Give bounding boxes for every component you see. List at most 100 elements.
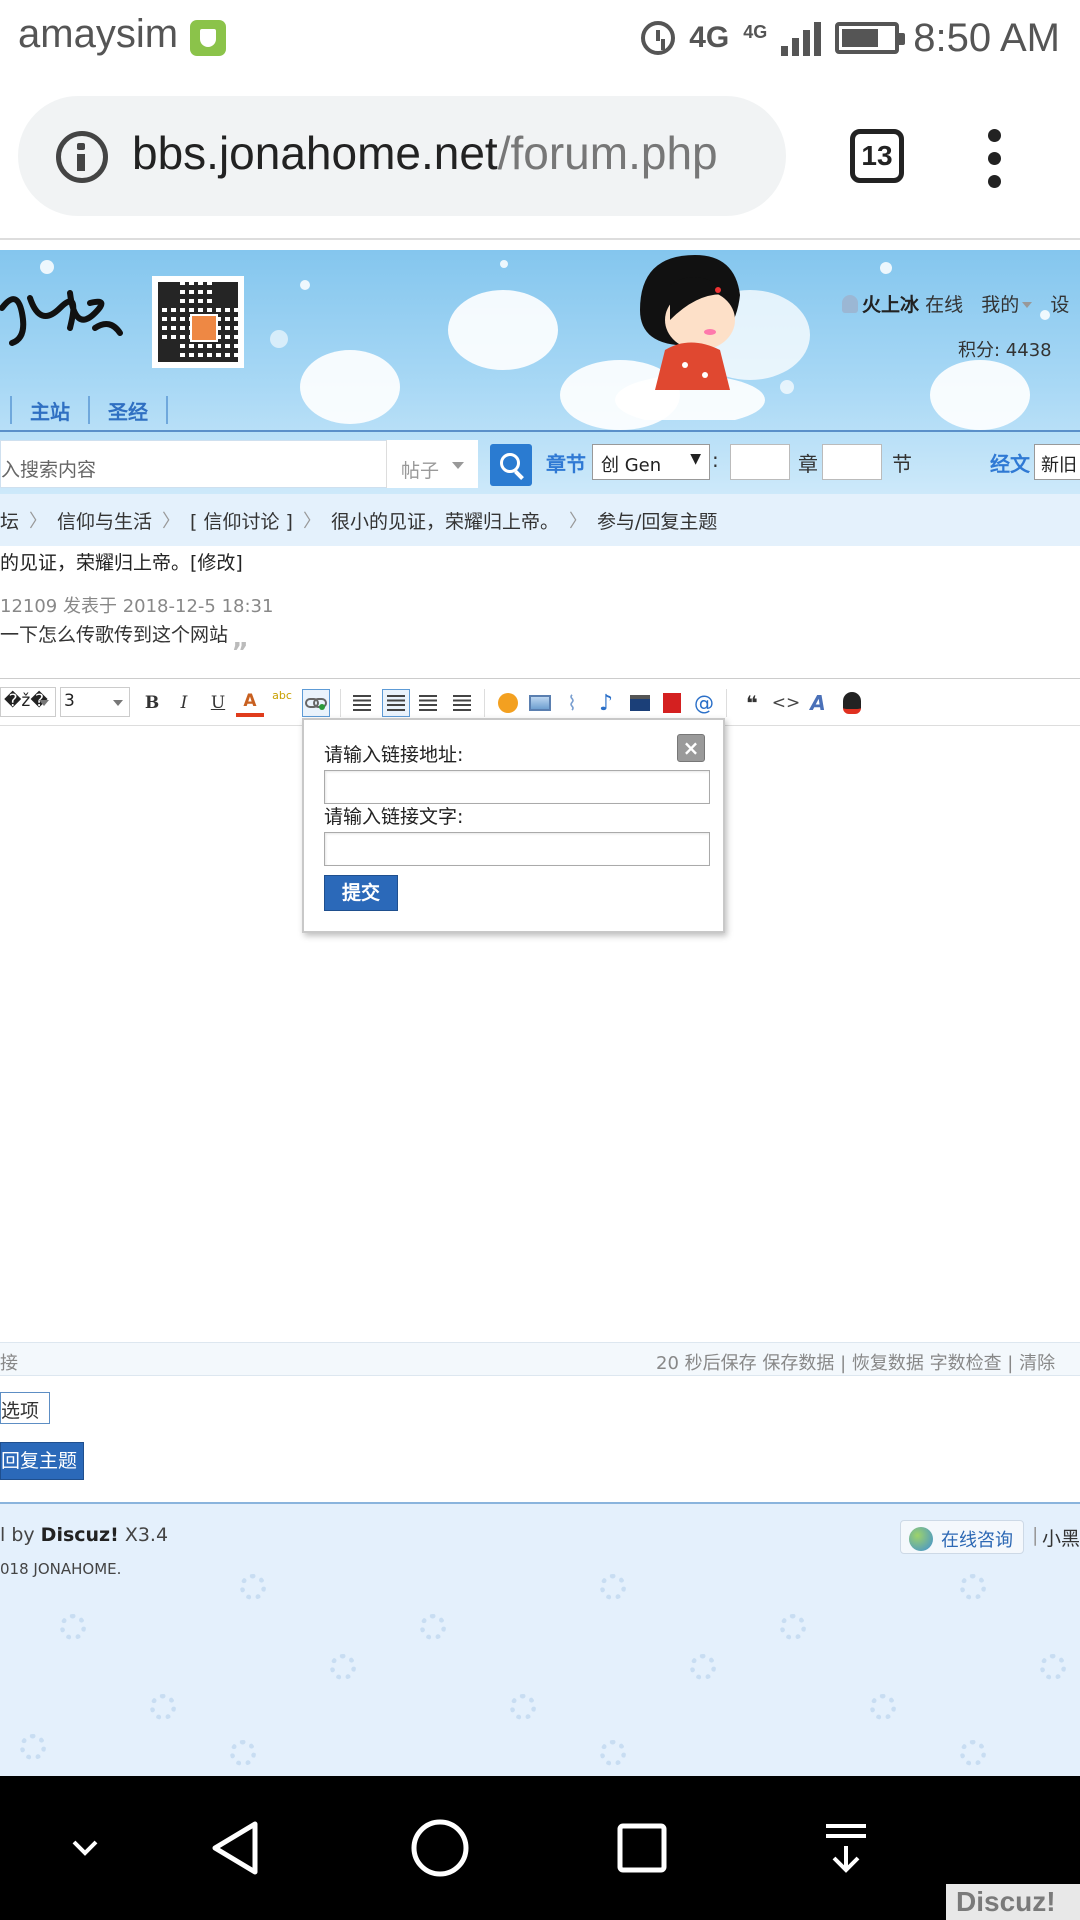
music-button[interactable]: ♪ — [592, 689, 620, 717]
font-color-button[interactable]: A — [236, 689, 264, 717]
link-url-label: 请输入链接地址: — [324, 744, 464, 766]
editor-status-left[interactable]: 接 — [0, 1349, 18, 1375]
url-path: /forum.php — [497, 127, 718, 179]
breadcrumb: 坛 〉 信仰与生活 〉 [ 信仰讨论 ] 〉 很小的见证，荣耀归上帝。 〉 参与… — [0, 494, 1080, 546]
link-url-input[interactable] — [324, 770, 710, 804]
breadcrumb-separator: 〉 — [568, 511, 587, 532]
back-icon[interactable] — [200, 1776, 270, 1920]
breadcrumb-separator: 〉 — [302, 511, 321, 532]
user-icon — [842, 295, 858, 313]
recents-icon[interactable] — [612, 1776, 672, 1920]
status-icons: 4G 4G 8:50 AM — [641, 10, 1060, 66]
code-button[interactable]: <> — [772, 689, 801, 717]
collapse-chevron-icon[interactable] — [50, 1776, 120, 1920]
align-left-button[interactable] — [348, 689, 376, 717]
align-right-button[interactable] — [414, 689, 442, 717]
breadcrumb-item-reply: 参与/回复主题 — [596, 510, 718, 533]
breadcrumb-item-faith-discussion[interactable]: [ 信仰讨论 ] — [190, 507, 293, 534]
discuz-link[interactable]: Discuz! — [41, 1524, 119, 1546]
signal-strength-icon — [781, 20, 822, 56]
free-style-button[interactable]: A — [804, 689, 832, 717]
consult-icon — [909, 1527, 933, 1551]
align-center-button[interactable] — [382, 689, 410, 717]
bible-book-select[interactable]: 创 Gen ▼ — [592, 444, 710, 480]
bible-version-select[interactable]: 新旧 — [1034, 444, 1080, 480]
home-icon[interactable] — [400, 1776, 480, 1920]
battery-icon — [835, 22, 906, 54]
breadcrumb-item-forum[interactable]: 坛 — [0, 507, 19, 534]
quote-button[interactable]: ❝ — [738, 689, 766, 717]
insert-link-button[interactable] — [302, 689, 330, 717]
powered-by: l by Discuz! X3.4 — [0, 1524, 169, 1546]
vpn-shield-icon — [190, 20, 226, 56]
font-size-select[interactable]: 3 — [60, 687, 130, 717]
chevron-down-icon — [39, 700, 49, 706]
align-center-icon — [387, 695, 405, 711]
qq-penguin-icon — [843, 692, 861, 714]
qr-code-image — [152, 276, 244, 368]
paperclip-icon: ⌇ — [567, 691, 577, 715]
thread-title[interactable]: 的见证，荣耀归上帝。[修改] — [0, 548, 243, 575]
verse-input[interactable] — [822, 444, 882, 480]
breadcrumb-item-thread[interactable]: 很小的见证，荣耀归上帝。 — [331, 507, 559, 534]
breadcrumb-item-faith-life[interactable]: 信仰与生活 — [57, 507, 152, 534]
align-right-icon — [419, 695, 437, 711]
autosave-links[interactable]: 20 秒后保存 保存数据 | 恢复数据 字数检查 | 清除 — [656, 1349, 1055, 1375]
video-button[interactable] — [626, 689, 654, 717]
image-button[interactable] — [526, 689, 554, 717]
breadcrumb-separator: 〉 — [162, 511, 181, 532]
link-text-input[interactable] — [324, 832, 710, 866]
nav-link-main-site[interactable]: 主站 — [30, 396, 70, 425]
attachment-button[interactable]: ⌇ — [558, 689, 586, 717]
forum-header-banner: 主站 圣经 火上冰 在线 我的 设 积分: 4438 入搜索内容 帖子 章节 创… — [0, 250, 1080, 494]
flash-button[interactable] — [658, 689, 686, 717]
overflow-menu-icon[interactable] — [988, 129, 1004, 189]
settings-link[interactable]: 设 — [1050, 294, 1069, 316]
chapter-input[interactable] — [730, 444, 790, 480]
smiley-icon — [498, 693, 518, 713]
font-family-select[interactable]: �ž� — [0, 687, 56, 717]
text-style-icon: A — [810, 691, 826, 715]
justify-button[interactable] — [448, 689, 476, 717]
signal-4g-label: 4G — [743, 22, 768, 42]
tab-switcher-button[interactable]: 13 — [850, 129, 904, 183]
notification-pull-icon[interactable] — [816, 1776, 876, 1920]
music-note-icon: ♪ — [598, 690, 614, 716]
submit-button[interactable]: 提交 — [324, 875, 398, 911]
discuz-watermark: Discuz! — [946, 1884, 1080, 1920]
chevron-down-icon — [1022, 302, 1033, 308]
forum-logo[interactable] — [0, 278, 130, 358]
editor-status-bar: 接 20 秒后保存 保存数据 | 恢复数据 字数检查 | 清除 — [0, 1342, 1080, 1376]
mascot-illustration — [615, 255, 765, 420]
url-text[interactable]: bbs.jonahome.net/forum.php — [132, 126, 718, 180]
at-icon: @ — [694, 691, 714, 715]
online-consult-button[interactable]: 在线咨询 — [900, 1520, 1024, 1554]
qq-button[interactable] — [838, 689, 866, 717]
address-bar[interactable]: bbs.jonahome.net/forum.php — [18, 96, 786, 216]
link-icon — [305, 698, 327, 710]
username-link[interactable]: 火上冰 — [862, 294, 919, 316]
reply-submit-button[interactable]: 回复主题 — [0, 1442, 84, 1480]
bold-button[interactable]: B — [138, 689, 166, 717]
underline-button[interactable]: U — [204, 689, 232, 717]
site-info-icon[interactable] — [56, 131, 108, 183]
quote-text: 一下怎么传歌传到这个网站 „ — [0, 624, 250, 654]
quote-meta: 12109 发表于 2018-12-5 18:31 — [0, 596, 274, 617]
footer-link[interactable]: 小黑 — [1042, 1524, 1080, 1551]
search-row: 入搜索内容 帖子 章节 创 Gen ▼ : 章 节 经文 新旧 — [0, 432, 1080, 494]
highlight-button[interactable]: abc — [268, 689, 296, 717]
emoji-button[interactable] — [494, 689, 522, 717]
post-options-button[interactable]: 选项 — [0, 1392, 50, 1424]
italic-button[interactable]: I — [170, 689, 198, 717]
user-credits[interactable]: 积分: 4438 — [958, 336, 1052, 362]
close-icon[interactable]: × — [677, 734, 705, 762]
alarm-icon — [641, 21, 676, 55]
nav-link-bible[interactable]: 圣经 — [108, 396, 148, 425]
page-footer: l by Discuz! X3.4 018 JONAHOME. 在线咨询 | 小… — [0, 1504, 1080, 1776]
online-status[interactable]: 在线 — [925, 294, 963, 316]
my-menu-link[interactable]: 我的 — [981, 294, 1019, 316]
search-icon[interactable] — [490, 444, 532, 486]
chapter-label: 章节 — [546, 452, 586, 476]
search-type-select[interactable]: 帖子 — [386, 440, 478, 488]
mention-button[interactable]: @ — [690, 689, 718, 717]
